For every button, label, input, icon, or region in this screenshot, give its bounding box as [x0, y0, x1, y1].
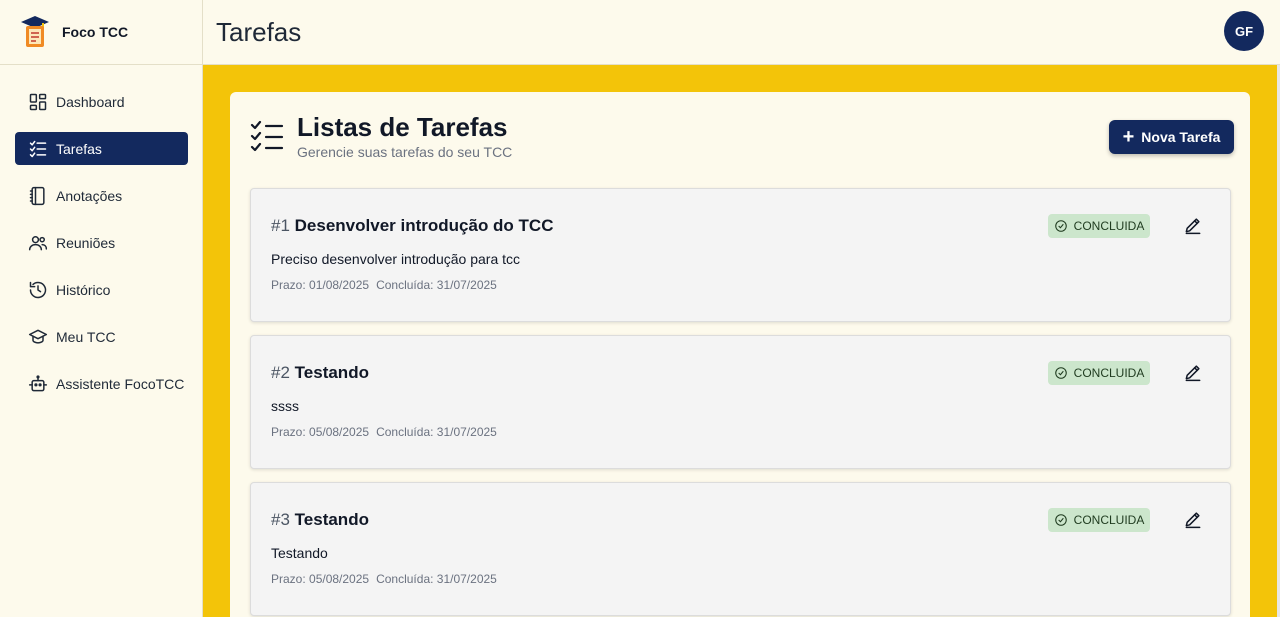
notebook-icon	[28, 186, 48, 206]
checklist-icon	[249, 118, 285, 154]
edit-icon[interactable]	[1183, 509, 1205, 531]
task-meta: Prazo: 05/08/2025 Concluída: 31/07/2025	[271, 572, 504, 586]
task-list-panel: Listas de Tarefas Gerencie suas tarefas …	[230, 92, 1250, 617]
task-name: Testando	[294, 363, 369, 382]
panel-header: Listas de Tarefas Gerencie suas tarefas …	[230, 92, 1250, 188]
task-name: Desenvolver introdução do TCC	[294, 216, 554, 235]
sidebar-item-meu-tcc[interactable]: Meu TCC	[15, 320, 188, 353]
panel-subtitle: Gerencie suas tarefas do seu TCC	[297, 144, 513, 160]
status-label: CONCLUIDA	[1073, 219, 1145, 233]
edit-icon[interactable]	[1183, 215, 1205, 237]
sidebar-item-dashboard[interactable]: Dashboard	[15, 85, 188, 118]
task-deadline: Prazo: 01/08/2025	[271, 278, 370, 292]
status-badge: CONCLUIDA	[1048, 508, 1150, 532]
graduation-cap-icon	[28, 327, 48, 347]
sidebar-item-label: Reuniões	[56, 234, 116, 251]
avatar[interactable]: GF	[1224, 11, 1264, 51]
task-completed-date: Concluída: 31/07/2025	[376, 278, 497, 292]
task-number: #2	[271, 363, 290, 382]
task-deadline: Prazo: 05/08/2025	[271, 425, 370, 439]
sidebar: Foco TCC Dashboard Tarefas Anotações Reu…	[0, 0, 203, 617]
topbar: Tarefas GF	[203, 0, 1280, 65]
task-title: #1 Desenvolver introdução do TCC	[271, 216, 553, 236]
sidebar-item-anotacoes[interactable]: Anotações	[15, 179, 188, 212]
sidebar-item-label: Histórico	[56, 281, 111, 298]
graduation-logo-icon	[21, 16, 49, 47]
sidebar-item-label: Anotações	[56, 187, 123, 204]
page-title: Tarefas	[216, 16, 302, 47]
sidebar-item-label: Tarefas	[56, 140, 102, 157]
task-completed-date: Concluída: 31/07/2025	[376, 425, 497, 439]
new-task-button[interactable]: + Nova Tarefa	[1109, 120, 1234, 154]
main-content: Listas de Tarefas Gerencie suas tarefas …	[203, 65, 1277, 617]
status-badge: CONCLUIDA	[1048, 214, 1150, 238]
task-name: Testando	[294, 510, 369, 529]
task-card[interactable]: #1 Desenvolver introdução do TCC Preciso…	[250, 188, 1231, 322]
history-icon	[28, 280, 48, 300]
task-number: #1	[271, 216, 290, 235]
check-circle-icon	[1054, 514, 1067, 526]
task-completed-date: Concluída: 31/07/2025	[376, 572, 497, 586]
task-meta: Prazo: 05/08/2025 Concluída: 31/07/2025	[271, 425, 504, 439]
check-circle-icon	[1054, 220, 1067, 232]
status-label: CONCLUIDA	[1073, 366, 1145, 380]
sidebar-item-label: Assistente FocoTCC	[56, 375, 185, 392]
task-description: ssss	[271, 398, 299, 414]
task-description: Preciso desenvolver introdução para tcc	[271, 251, 521, 267]
check-circle-icon	[1054, 367, 1067, 379]
new-task-label: Nova Tarefa	[1141, 129, 1221, 145]
task-deadline: Prazo: 05/08/2025	[271, 572, 370, 586]
task-title: #2 Testando	[271, 363, 369, 383]
sidebar-item-label: Meu TCC	[56, 328, 116, 345]
app-name: Foco TCC	[62, 24, 129, 40]
users-icon	[28, 233, 48, 253]
dashboard-icon	[28, 92, 48, 112]
task-card[interactable]: #3 Testando Testando Prazo: 05/08/2025 Co…	[250, 482, 1231, 616]
status-badge: CONCLUIDA	[1048, 361, 1150, 385]
sidebar-item-historico[interactable]: Histórico	[15, 273, 188, 306]
panel-title: Listas de Tarefas	[297, 112, 508, 142]
sidebar-item-tarefas[interactable]: Tarefas	[15, 132, 188, 165]
sidebar-item-reunioes[interactable]: Reuniões	[15, 226, 188, 259]
edit-icon[interactable]	[1183, 362, 1205, 384]
robot-icon	[28, 374, 48, 394]
sidebar-item-assistente[interactable]: Assistente FocoTCC	[15, 367, 188, 400]
task-card[interactable]: #2 Testando ssss Prazo: 05/08/2025 Conclu…	[250, 335, 1231, 469]
checklist-icon	[28, 139, 48, 159]
sidebar-item-label: Dashboard	[56, 93, 125, 110]
task-description: Testando	[271, 545, 328, 561]
brand[interactable]: Foco TCC	[0, 0, 202, 65]
plus-icon: +	[1122, 126, 1135, 148]
task-number: #3	[271, 510, 290, 529]
task-title: #3 Testando	[271, 510, 369, 530]
task-meta: Prazo: 01/08/2025 Concluída: 31/07/2025	[271, 278, 504, 292]
sidebar-nav: Dashboard Tarefas Anotações Reuniões His…	[0, 65, 202, 400]
status-label: CONCLUIDA	[1073, 513, 1145, 527]
